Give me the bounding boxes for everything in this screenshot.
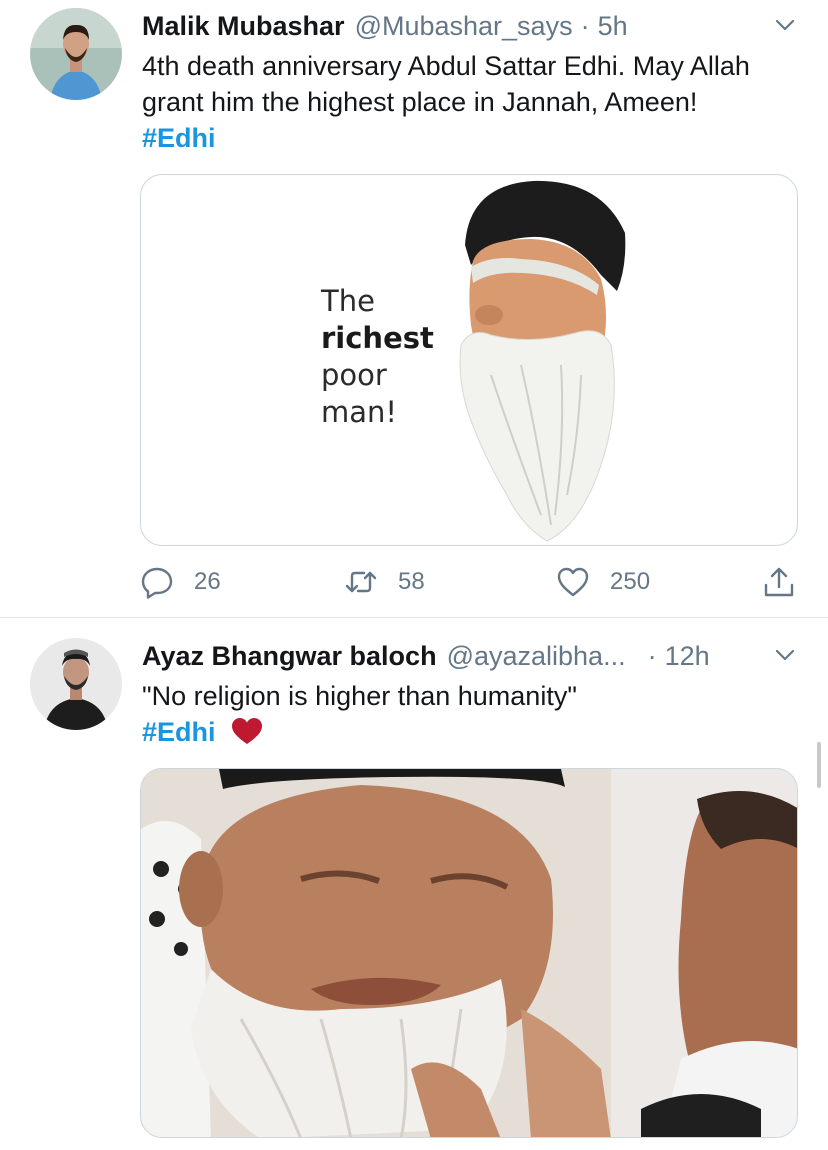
tweet-text: "No religion is higher than humanity" #E… (142, 678, 807, 750)
retweet-count: 58 (398, 568, 425, 595)
tweet-header: Malik Mubashar @Mubashar_says · 5h (142, 8, 628, 44)
reply-count: 26 (194, 568, 221, 595)
poster-line: poor (321, 358, 387, 392)
author-handle[interactable]: @ayazalibha... (447, 641, 626, 672)
share-button[interactable] (762, 560, 796, 604)
tweet-image[interactable]: The richest poor man! (140, 174, 798, 546)
tweet-body: "No religion is higher than humanity" (142, 681, 577, 711)
timestamp[interactable]: 5h (598, 11, 628, 42)
like-icon (557, 567, 589, 597)
reply-button[interactable]: 26 (140, 560, 221, 604)
tweet-body: 4th death anniversary Abdul Sattar Edhi.… (142, 51, 750, 117)
separator-dot: · (647, 640, 657, 671)
author-handle[interactable]: @Mubashar_says (355, 11, 573, 42)
tweet-2[interactable]: Ayaz Bhangwar baloch @ayazalibha... · 12… (0, 618, 828, 1150)
hashtag-link[interactable]: #Edhi (142, 714, 216, 750)
scrollbar[interactable] (817, 742, 821, 788)
reply-icon (141, 567, 173, 599)
edhi-portrait-illustration (459, 180, 626, 542)
tweet-actions: 26 58 250 (0, 560, 828, 604)
hashtag-link[interactable]: #Edhi (142, 120, 216, 156)
edhi-photo (141, 769, 797, 1137)
poster-caption: The richest poor man! (321, 283, 434, 431)
chevron-down-icon[interactable] (774, 14, 796, 36)
separator-dot: · (580, 10, 590, 41)
timestamp[interactable]: 12h (665, 641, 710, 672)
poster-line: man! (321, 395, 398, 429)
chevron-down-icon[interactable] (774, 644, 796, 666)
red-heart-emoji (232, 718, 263, 744)
tweet-1[interactable]: Malik Mubashar @Mubashar_says · 5h 4th d… (0, 0, 828, 618)
like-button[interactable]: 250 (556, 560, 650, 604)
poster-line-bold: richest (321, 321, 434, 355)
retweet-icon (345, 571, 377, 593)
author-name[interactable]: Ayaz Bhangwar baloch (142, 641, 437, 672)
avatar-malik-mubashar[interactable] (30, 8, 122, 100)
tweet-header: Ayaz Bhangwar baloch @ayazalibha... · 12… (142, 638, 710, 674)
retweet-button[interactable]: 58 (344, 560, 425, 604)
like-count: 250 (610, 568, 651, 595)
tweet-text: 4th death anniversary Abdul Sattar Edhi.… (142, 48, 807, 156)
share-icon (764, 567, 794, 597)
avatar-ayaz-bhangwar[interactable] (30, 638, 122, 730)
tweet-image[interactable] (140, 768, 798, 1138)
poster-line: The (321, 284, 375, 318)
author-name[interactable]: Malik Mubashar (142, 11, 345, 42)
